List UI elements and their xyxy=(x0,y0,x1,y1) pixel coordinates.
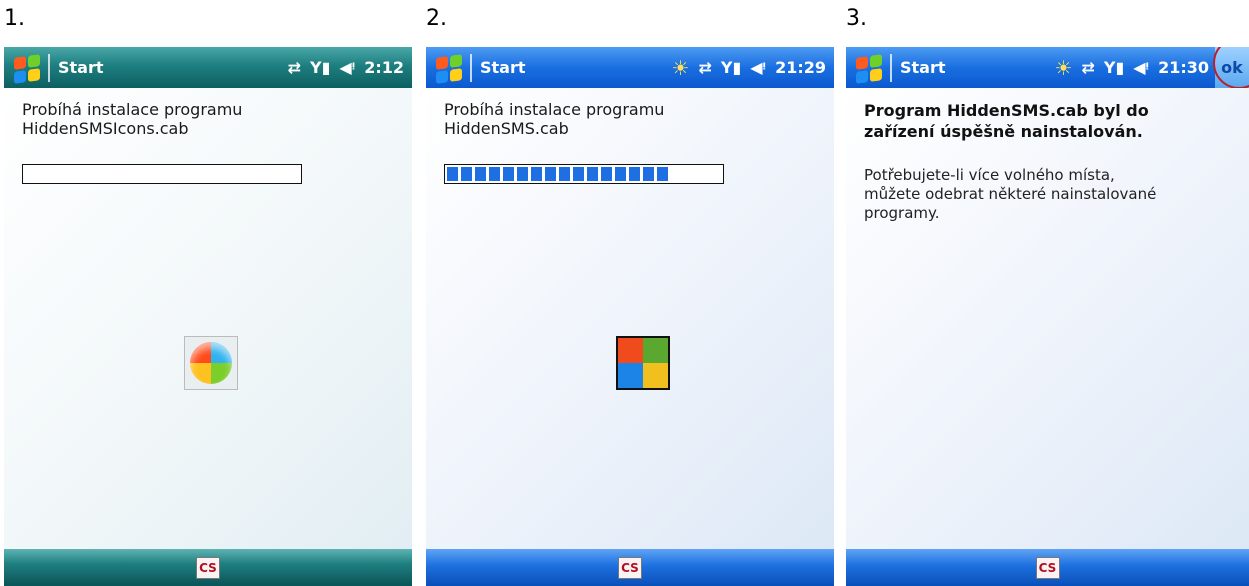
install-success-title: Program HiddenSMS.cab byl do zařízení ús… xyxy=(864,100,1239,142)
progress-segment xyxy=(489,167,500,181)
progress-segment xyxy=(587,167,598,181)
status-tray: ⇄ Y▮ ◀ᵎ 2:12 xyxy=(288,47,404,88)
title-bar: Start ☀ ⇄ Y▮ ◀ᵎ 21:30 ok xyxy=(846,47,1249,89)
step-number-3: 3. xyxy=(846,6,867,31)
progress-segment xyxy=(629,167,640,181)
status-tray: ☀ ⇄ Y▮ ◀ᵎ 21:29 xyxy=(672,47,826,88)
input-language-indicator[interactable]: CS xyxy=(618,556,642,579)
title-bar: Start ⇄ Y▮ ◀ᵎ 2:12 xyxy=(4,47,412,88)
progress-segment xyxy=(545,167,556,181)
speaker-icon[interactable]: ◀ᵎ xyxy=(750,58,766,77)
install-file-name: HiddenSMSIcons.cab xyxy=(22,119,189,138)
bottom-bar: CS xyxy=(426,549,834,586)
title-separator xyxy=(890,53,892,82)
bottom-bar: CS xyxy=(846,549,1249,586)
screen-step-2: Start ☀ ⇄ Y▮ ◀ᵎ 21:29 Probíhá instalace … xyxy=(426,47,834,586)
signal-strength-icon[interactable]: Y▮ xyxy=(721,58,741,77)
start-button[interactable]: Start xyxy=(58,58,104,77)
progress-bar xyxy=(22,164,302,184)
progress-segment xyxy=(601,167,612,181)
windows-flag-icon[interactable] xyxy=(854,53,884,84)
sync-arrows-icon[interactable]: ⇄ xyxy=(698,58,711,77)
content-area: Probíhá instalace programu HiddenSMS.cab xyxy=(426,88,834,549)
sync-arrows-icon[interactable]: ⇄ xyxy=(1081,58,1094,77)
screen-step-1: Start ⇄ Y▮ ◀ᵎ 2:12 Probíhá instalace pro… xyxy=(4,47,412,586)
status-tray: ☀ ⇄ Y▮ ◀ᵎ 21:30 xyxy=(1055,47,1209,88)
input-language-indicator[interactable]: CS xyxy=(196,556,220,579)
speaker-icon[interactable]: ◀ᵎ xyxy=(1133,58,1149,77)
progress-segment xyxy=(531,167,542,181)
title-separator xyxy=(470,53,472,82)
install-message: Probíhá instalace programu HiddenSMSIcon… xyxy=(22,100,397,138)
signal-strength-icon[interactable]: Y▮ xyxy=(1104,58,1124,77)
start-button[interactable]: Start xyxy=(900,58,946,77)
progress-segment xyxy=(643,167,654,181)
progress-segment xyxy=(475,167,486,181)
clock[interactable]: 21:29 xyxy=(775,58,826,77)
progress-segment xyxy=(657,167,668,181)
success-body-line: Potřebujete-li více volného místa, xyxy=(864,166,1115,184)
success-body-line: programy. xyxy=(864,204,940,222)
progress-segment xyxy=(447,167,458,181)
screen-step-3: Start ☀ ⇄ Y▮ ◀ᵎ 21:30 ok Program HiddenS… xyxy=(846,47,1249,586)
success-title-line: Program HiddenSMS.cab byl do xyxy=(864,101,1149,120)
progress-segment xyxy=(573,167,584,181)
step-number-1: 1. xyxy=(4,6,25,31)
install-windows-logo-icon xyxy=(616,336,670,390)
install-message-line: Probíhá instalace programu xyxy=(444,100,665,119)
step-number-2: 2. xyxy=(426,6,447,31)
install-message-line: Probíhá instalace programu xyxy=(22,100,243,119)
notification-bell-icon[interactable]: ☀ xyxy=(672,56,690,80)
success-title-line: zařízení úspěšně nainstalován. xyxy=(864,122,1143,141)
install-success-body: Potřebujete-li více volného místa, můžet… xyxy=(864,166,1244,223)
success-body-line: můžete odebrat některé nainstalované xyxy=(864,185,1157,203)
notification-bell-icon[interactable]: ☀ xyxy=(1055,56,1073,80)
progress-segment xyxy=(615,167,626,181)
progress-segment xyxy=(461,167,472,181)
title-separator xyxy=(48,53,50,82)
install-file-name: HiddenSMS.cab xyxy=(444,119,569,138)
bottom-bar: CS xyxy=(4,549,412,586)
start-button[interactable]: Start xyxy=(480,58,526,77)
input-language-indicator[interactable]: CS xyxy=(1035,556,1060,579)
signal-strength-icon[interactable]: Y▮ xyxy=(310,58,330,77)
install-ball-icon xyxy=(184,336,238,390)
progress-bar xyxy=(444,164,724,184)
content-area: Probíhá instalace programu HiddenSMSIcon… xyxy=(4,88,412,549)
clock[interactable]: 21:30 xyxy=(1158,58,1209,77)
progress-segment xyxy=(503,167,514,181)
speaker-icon[interactable]: ◀ᵎ xyxy=(339,58,355,77)
title-bar: Start ☀ ⇄ Y▮ ◀ᵎ 21:29 xyxy=(426,47,834,88)
install-message: Probíhá instalace programu HiddenSMS.cab xyxy=(444,100,819,138)
clock[interactable]: 2:12 xyxy=(364,58,404,77)
progress-segment xyxy=(559,167,570,181)
progress-segment xyxy=(517,167,528,181)
windows-flag-icon[interactable] xyxy=(12,53,42,84)
windows-flag-icon[interactable] xyxy=(434,53,464,84)
content-area: Program HiddenSMS.cab byl do zařízení ús… xyxy=(846,88,1249,549)
sync-arrows-icon[interactable]: ⇄ xyxy=(288,58,301,77)
